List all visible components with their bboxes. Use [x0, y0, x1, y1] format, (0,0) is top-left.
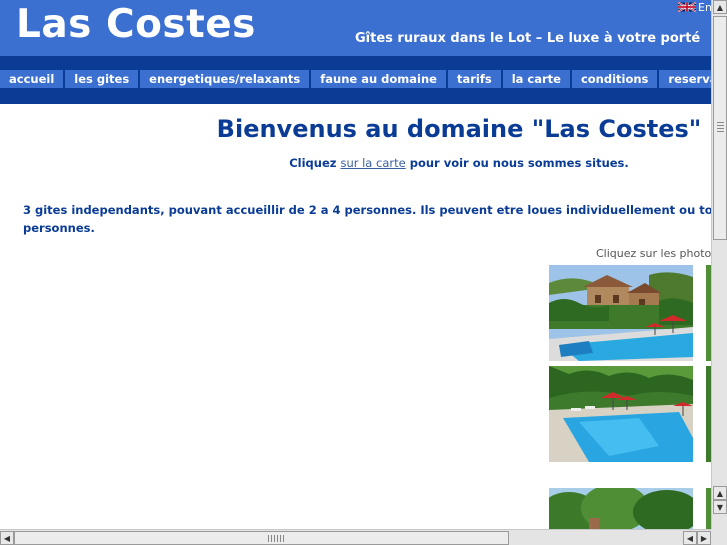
nav-item-energetiques[interactable]: energetiques/relaxants — [140, 70, 312, 88]
trees-photo[interactable] — [549, 488, 693, 529]
page-title: Bienvenus au domaine "Las Costes" — [216, 115, 702, 143]
description: 3 gites independants, pouvant accueillir… — [23, 201, 711, 237]
vertical-scroll-thumb[interactable] — [713, 16, 727, 240]
nav-item-conditions[interactable]: conditions — [571, 70, 660, 88]
pool-photo[interactable] — [549, 366, 693, 462]
description-line-1: 3 gites independants, pouvant accueillir… — [23, 203, 711, 217]
nav-item-reservations[interactable]: reservations — [659, 70, 711, 88]
site-header: Las Costes Gîtes ruraux dans le Lot – Le… — [0, 0, 711, 56]
nav-item-tarifs[interactable]: tarifs — [447, 70, 503, 88]
site-tagline: Gîtes ruraux dans le Lot – Le luxe à vot… — [355, 31, 701, 46]
scroll-left-icon-2[interactable]: ◀ — [683, 531, 697, 545]
intro-before: Cliquez — [289, 156, 341, 170]
language-label[interactable]: En — [698, 1, 711, 14]
browser-viewport: Las Costes Gîtes ruraux dans le Lot – Le… — [0, 0, 711, 529]
horizontal-scrollbar[interactable]: ◀ ◀ ▶ — [0, 529, 711, 545]
horizontal-scroll-thumb[interactable] — [14, 531, 509, 545]
map-link[interactable]: sur la carte — [340, 156, 405, 170]
intro-text: Cliquez sur la carte pour voir ou nous s… — [0, 156, 711, 170]
description-line-2: personnes. — [23, 221, 95, 235]
scroll-up-icon-2[interactable]: ▲ — [713, 486, 727, 500]
photo-hint: Cliquez sur les photos p — [596, 247, 711, 260]
scroll-down-icon[interactable]: ▼ — [713, 500, 727, 514]
site-title[interactable]: Las Costes — [16, 2, 256, 47]
uk-flag-icon — [678, 1, 696, 13]
scroll-left-icon[interactable]: ◀ — [0, 531, 14, 545]
scroll-right-icon[interactable]: ▶ — [697, 531, 711, 545]
nav-item-faune[interactable]: faune au domaine — [311, 70, 448, 88]
vertical-scrollbar[interactable]: ▲ ▲ ▼ — [711, 0, 727, 529]
intro-after: pour voir ou nous sommes situes. — [405, 156, 629, 170]
scroll-up-icon[interactable]: ▲ — [713, 0, 727, 14]
nav-item-les-gites[interactable]: les gites — [65, 70, 141, 88]
nav-item-accueil[interactable]: accueil — [0, 70, 66, 88]
nav-item-la-carte[interactable]: la carte — [502, 70, 572, 88]
language-switch[interactable]: En — [678, 0, 711, 14]
scrollbar-corner — [711, 529, 727, 545]
house-pool-photo[interactable] — [549, 265, 693, 361]
main-nav: accueil les gites energetiques/relaxants… — [0, 70, 711, 88]
